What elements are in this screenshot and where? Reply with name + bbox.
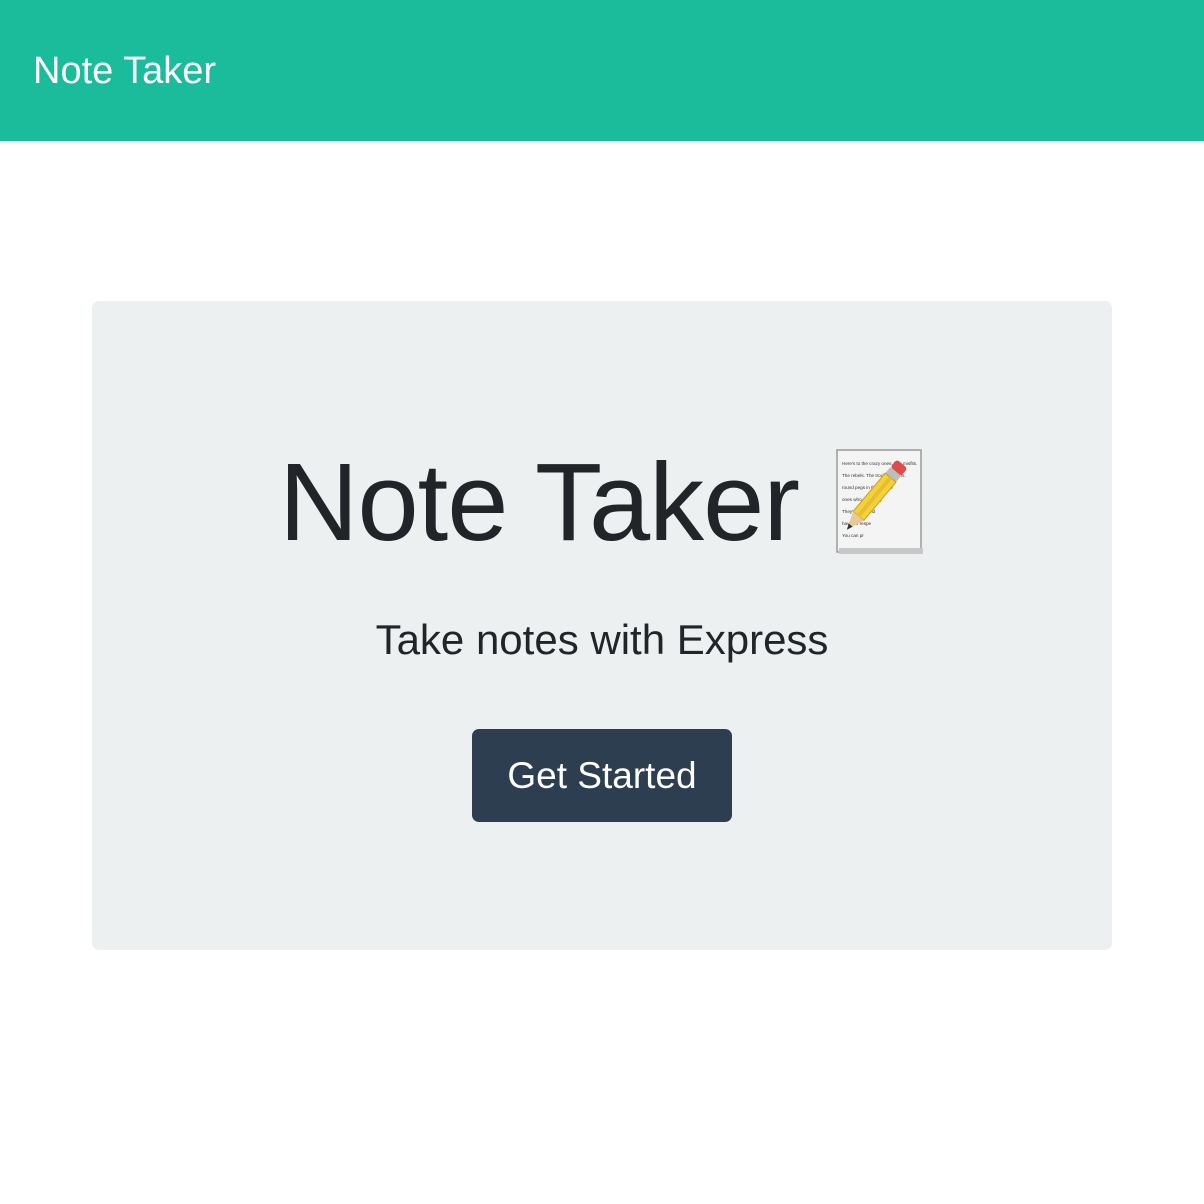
hero-panel: Note Taker Here's to the crazy ones. The…: [92, 301, 1112, 950]
hero-subtitle: Take notes with Express: [375, 616, 829, 663]
hero-title-row: Note Taker Here's to the crazy ones. The…: [92, 438, 1112, 568]
navbar-brand[interactable]: Note Taker: [33, 50, 216, 92]
page-title: Note Taker: [279, 441, 800, 564]
get-started-button[interactable]: Get Started: [472, 729, 732, 822]
navbar: Note Taker: [0, 0, 1204, 141]
memo-line: Here's to the crazy ones. The misfits.: [842, 461, 917, 466]
memo-icon: Here's to the crazy ones. The misfits. T…: [835, 448, 925, 558]
memo-line: You can pr: [842, 533, 864, 538]
